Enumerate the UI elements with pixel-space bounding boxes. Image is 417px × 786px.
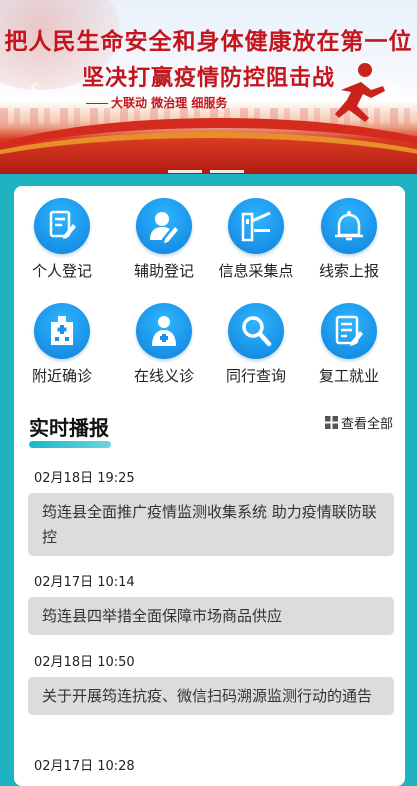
bell-icon <box>321 198 377 254</box>
news-title: 筠连县四举措全面保障市场商品供应 <box>28 597 394 635</box>
document-edit-icon <box>321 303 377 359</box>
news-date: 02月17日 10:14 <box>34 575 135 590</box>
form-edit-icon <box>34 198 90 254</box>
grid-item-label: 线索上报 <box>318 262 379 280</box>
grid-item-label: 在线义诊 <box>133 367 194 385</box>
grid-item-resume-work[interactable]: 复工就业 <box>303 303 395 386</box>
gate-barrier-icon <box>228 198 284 254</box>
banner-slogan: 大联动 微治理 细服务 <box>86 94 227 111</box>
grid-item-label: 个人登记 <box>31 262 92 280</box>
banner-carousel[interactable]: 把人民生命安全和身体健康放在第一位 坚决打赢疫情防控阻击战 大联动 微治理 细服… <box>0 0 417 174</box>
grid-item-label: 同行查询 <box>225 367 286 385</box>
grid-item-label: 信息采集点 <box>218 262 294 280</box>
grid-item-nearby-confirmed[interactable]: 附近确诊 <box>16 303 108 386</box>
banner-next-arrow[interactable]: › <box>383 72 403 102</box>
grid-item-fellow-traveler-query[interactable]: 同行查询 <box>210 303 302 386</box>
news-item[interactable]: 02月17日 10:14 筠连县四举措全面保障市场商品供应 <box>28 571 394 635</box>
news-date: 02月18日 10:50 <box>34 655 135 670</box>
grid-view-icon <box>324 416 338 429</box>
main-card: 个人登记 辅助登记 信息采集点 线索上报 附近确诊 在线义诊 同行查询 复工就业… <box>14 186 405 786</box>
grid-item-info-collection-point[interactable]: 信息采集点 <box>210 198 302 281</box>
grid-item-online-consult[interactable]: 在线义诊 <box>118 303 210 386</box>
section-title-live: 实时播报 <box>29 416 109 440</box>
runner-figure-icon <box>335 63 385 122</box>
news-item[interactable]: 02月17日 10:28 <box>28 755 394 774</box>
section-title-underline <box>29 441 111 448</box>
view-all-link[interactable]: 查看全部 <box>324 413 393 432</box>
grid-item-personal-register[interactable]: 个人登记 <box>16 198 108 281</box>
banner-headline-top: 把人民生命安全和身体健康放在第一位 <box>4 29 413 55</box>
news-title: 筠连县全面推广疫情监测收集系统 助力疫情联防联控 <box>28 493 394 556</box>
banner-prev-arrow[interactable]: ‹ <box>24 72 44 102</box>
carousel-indicator <box>168 158 252 174</box>
news-date: 02月17日 10:28 <box>34 759 135 774</box>
news-item[interactable]: 02月18日 19:25 筠连县全面推广疫情监测收集系统 助力疫情联防联控 <box>28 467 394 556</box>
user-edit-icon <box>136 198 192 254</box>
grid-item-report-clue[interactable]: 线索上报 <box>303 198 395 281</box>
grid-item-label: 复工就业 <box>318 367 379 385</box>
news-title: 关于开展筠连抗疫、微信扫码溯源监测行动的通告 <box>28 677 394 715</box>
grid-item-label: 附近确诊 <box>31 367 92 385</box>
news-date: 02月18日 19:25 <box>34 471 135 486</box>
news-item[interactable]: 02月18日 10:50 关于开展筠连抗疫、微信扫码溯源监测行动的通告 <box>28 651 394 715</box>
search-icon <box>228 303 284 359</box>
grid-item-assisted-register[interactable]: 辅助登记 <box>118 198 210 281</box>
doctor-icon <box>136 303 192 359</box>
hospital-icon <box>34 303 90 359</box>
grid-item-label: 辅助登记 <box>133 262 194 280</box>
